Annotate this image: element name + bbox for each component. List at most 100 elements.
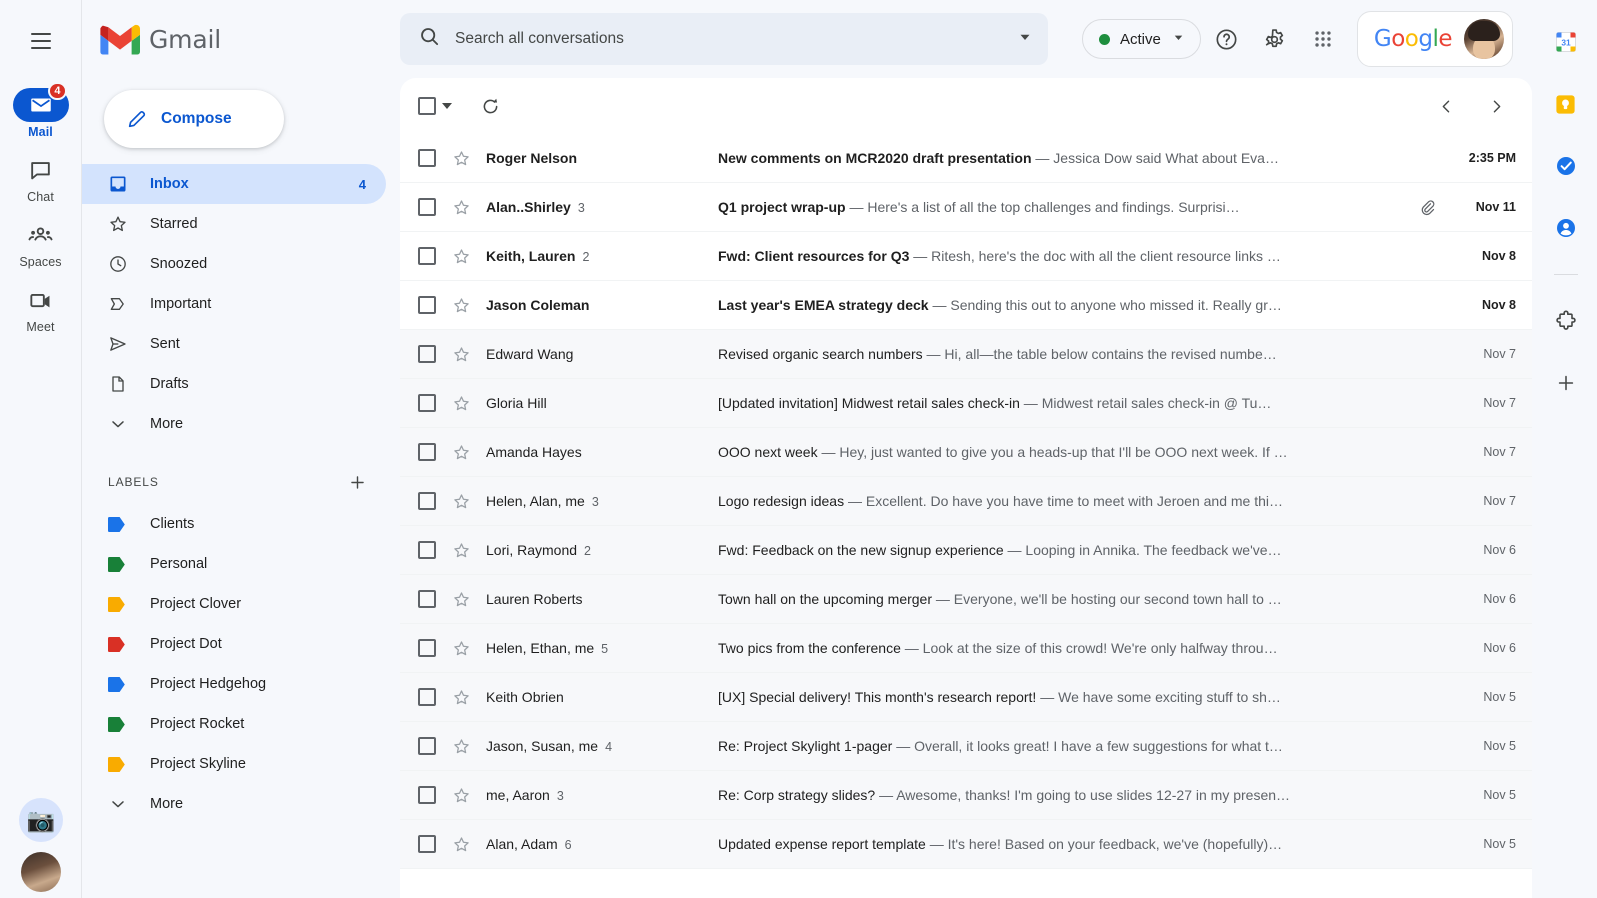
row-checkbox[interactable] [418,247,452,265]
subject-cell: Re: Corp strategy slides? — Awesome, tha… [718,787,1410,803]
table-row[interactable]: Amanda Hayes OOO next week — Hey, just wa… [400,428,1532,477]
sidebar-label-item[interactable]: Personal [82,544,386,584]
star-icon[interactable] [452,296,486,315]
table-row[interactable]: Edward Wang Revised organic search number… [400,330,1532,379]
sidebar-item-more[interactable]: More [82,404,386,444]
sender-cell: Lauren Roberts [486,591,718,607]
table-row[interactable]: Helen, Ethan, me 5 Two pics from the confe… [400,624,1532,673]
date-cell: Nov 11 [1475,200,1516,214]
sidebar-labels-more[interactable]: More [82,784,386,824]
star-icon[interactable] [452,786,486,805]
row-checkbox[interactable] [418,492,452,510]
search-input[interactable] [455,30,1002,48]
table-row[interactable]: Roger Nelson New comments on MCR2020 draf… [400,134,1532,183]
rail-item-spaces[interactable]: Spaces [8,216,74,271]
table-row[interactable]: Alan, Adam 6 Updated expense report templa… [400,820,1532,869]
table-row[interactable]: Jason, Susan, me 4 Re: Project Skylight 1-… [400,722,1532,771]
help-circle-icon[interactable] [1205,17,1249,61]
sidebar-label-item[interactable]: Project Skyline [82,744,386,784]
row-checkbox[interactable] [418,737,452,755]
star-icon[interactable] [452,394,486,413]
sidebar-item-snoozed[interactable]: Snoozed [82,244,386,284]
star-icon[interactable] [452,590,486,609]
refresh-icon[interactable] [468,84,512,128]
row-checkbox[interactable] [418,345,452,363]
rail-bottom-group: 📷 [0,798,82,892]
status-emoji-avatar[interactable]: 📷 [19,798,63,842]
star-icon[interactable] [452,492,486,511]
rail-item-mail[interactable]: 4 Mail [8,82,74,141]
rail-item-meet[interactable]: Meet [8,281,74,336]
google-tasks-icon[interactable] [1546,146,1586,186]
table-row[interactable]: Lauren Roberts Town hall on the upcoming … [400,575,1532,624]
star-icon[interactable] [452,149,486,168]
search-bar[interactable] [400,13,1048,65]
row-checkbox[interactable] [418,149,452,167]
row-checkbox[interactable] [418,541,452,559]
row-checkbox[interactable] [418,688,452,706]
table-row[interactable]: Gloria Hill [Updated invitation] Midwest … [400,379,1532,428]
star-icon[interactable] [452,541,486,560]
google-keep-icon[interactable] [1546,84,1586,124]
table-row[interactable]: Helen, Alan, me 3 Logo redesign ideas — Ex… [400,477,1532,526]
chevron-down-icon [108,794,128,814]
row-checkbox[interactable] [418,590,452,608]
table-row[interactable]: Jason Coleman Last year's EMEA strategy d… [400,281,1532,330]
sidebar-label-item[interactable]: Project Rocket [82,704,386,744]
row-checkbox[interactable] [418,639,452,657]
star-icon[interactable] [452,688,486,707]
star-icon[interactable] [452,737,486,756]
table-row[interactable]: me, Aaron 3 Re: Corp strategy slides? — Aw… [400,771,1532,820]
sidebar-item-label: Drafts [150,376,189,392]
row-checkbox[interactable] [418,198,452,216]
star-icon[interactable] [452,345,486,364]
google-contacts-icon[interactable] [1546,208,1586,248]
chevron-right-icon[interactable] [1474,84,1518,128]
star-icon[interactable] [452,639,486,658]
table-row[interactable]: Alan..Shirley 3 Q1 project wrap-up — Here'… [400,183,1532,232]
row-checkbox[interactable] [418,443,452,461]
star-icon[interactable] [452,198,486,217]
avatar[interactable] [21,852,61,892]
hamburger-icon[interactable] [18,18,64,64]
table-row[interactable]: Lori, Raymond 2 Fwd: Feedback on the new s… [400,526,1532,575]
sidebar-label-text: Clients [150,516,195,532]
compose-button[interactable]: Compose [104,90,284,148]
sidebar-item-starred[interactable]: Starred [82,204,386,244]
sidebar-item-sent[interactable]: Sent [82,324,386,364]
plus-icon[interactable] [344,469,370,495]
add-ons-puzzle-icon[interactable] [1546,301,1586,341]
sidebar-label-item[interactable]: Project Clover [82,584,386,624]
avatar[interactable] [1464,19,1504,59]
gmail-logo[interactable]: Gmail [82,8,400,70]
apps-grid-icon[interactable] [1301,17,1345,61]
table-row[interactable]: Keith Obrien [UX] Special delivery! This … [400,673,1532,722]
search-options-icon[interactable] [1016,28,1034,51]
row-checkbox[interactable] [418,296,452,314]
row-checkbox[interactable] [418,394,452,412]
checkbox-icon[interactable] [418,97,436,115]
status-badge[interactable]: Active [1082,19,1201,59]
sidebar-label-item[interactable]: Clients [82,504,386,544]
rail-item-chat[interactable]: Chat [8,151,74,206]
select-all-control[interactable] [418,97,452,115]
account-chip[interactable]: Google [1356,11,1513,67]
star-icon[interactable] [452,443,486,462]
sidebar-label-item[interactable]: Project Dot [82,624,386,664]
google-calendar-icon[interactable]: 31 [1546,22,1586,62]
gear-icon[interactable] [1253,17,1297,61]
subject-cell: Town hall on the upcoming merger — Every… [718,591,1410,607]
star-icon[interactable] [452,835,486,854]
sidebar-item-inbox[interactable]: Inbox 4 [82,164,386,204]
sidebar-item-drafts[interactable]: Drafts [82,364,386,404]
chevron-left-icon[interactable] [1424,84,1468,128]
plus-icon[interactable] [1546,363,1586,403]
sidebar-item-important[interactable]: Important [82,284,386,324]
star-icon[interactable] [452,247,486,266]
date-cell: Nov 6 [1483,543,1516,557]
sidebar-label-item[interactable]: Project Hedgehog [82,664,386,704]
chevron-down-icon[interactable] [442,103,452,109]
row-checkbox[interactable] [418,786,452,804]
row-checkbox[interactable] [418,835,452,853]
table-row[interactable]: Keith, Lauren 2 Fwd: Client resources for … [400,232,1532,281]
